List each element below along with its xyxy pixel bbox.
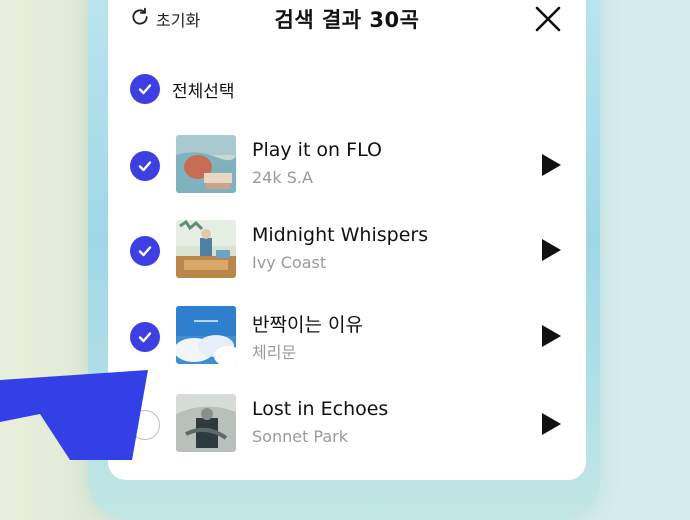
list-item[interactable]: 반짝이는 이유 체리문: [108, 306, 586, 368]
play-button[interactable]: [540, 238, 562, 262]
album-art: [176, 306, 236, 364]
play-button[interactable]: [540, 153, 562, 177]
close-icon: [535, 6, 561, 32]
track-artist: Ivy Coast: [252, 253, 327, 272]
close-button[interactable]: [533, 4, 563, 34]
check-icon: [138, 161, 152, 172]
list-item[interactable]: Midnight Whispers Ivy Coast: [108, 220, 586, 282]
track-title: Lost in Echoes: [252, 398, 389, 420]
album-art: [176, 220, 236, 278]
track-checkbox[interactable]: [130, 236, 160, 266]
play-icon: [542, 413, 561, 435]
track-checkbox[interactable]: [130, 151, 160, 181]
check-icon: [130, 74, 160, 104]
track-title: 반짝이는 이유: [252, 314, 363, 336]
play-icon: [542, 239, 561, 261]
list-item[interactable]: Lost in Echoes Sonnet Park: [108, 394, 586, 456]
track-title: Play it on FLO: [252, 139, 382, 161]
track-checkbox[interactable]: [130, 322, 160, 352]
album-art: [176, 135, 236, 193]
check-icon: [138, 246, 152, 257]
play-button[interactable]: [540, 324, 562, 348]
flag-shape: [0, 370, 148, 460]
page-title: 검색 결과 30곡: [274, 8, 420, 32]
track-artist: 24k S.A: [252, 168, 313, 187]
check-icon: [138, 332, 152, 343]
track-artist: 체리문: [252, 343, 297, 362]
play-icon: [542, 154, 561, 176]
play-icon: [542, 325, 561, 347]
select-all-label: 전체선택: [172, 81, 235, 102]
play-button[interactable]: [540, 412, 562, 436]
list-item[interactable]: Play it on FLO 24k S.A: [108, 135, 586, 197]
select-all-checkbox[interactable]: 전체선택: [130, 74, 235, 104]
album-art: [176, 394, 236, 452]
track-title: Midnight Whispers: [252, 224, 429, 246]
track-artist: Sonnet Park: [252, 427, 349, 446]
sheet-header: 초기화 검색 결과 30곡: [108, 0, 586, 40]
